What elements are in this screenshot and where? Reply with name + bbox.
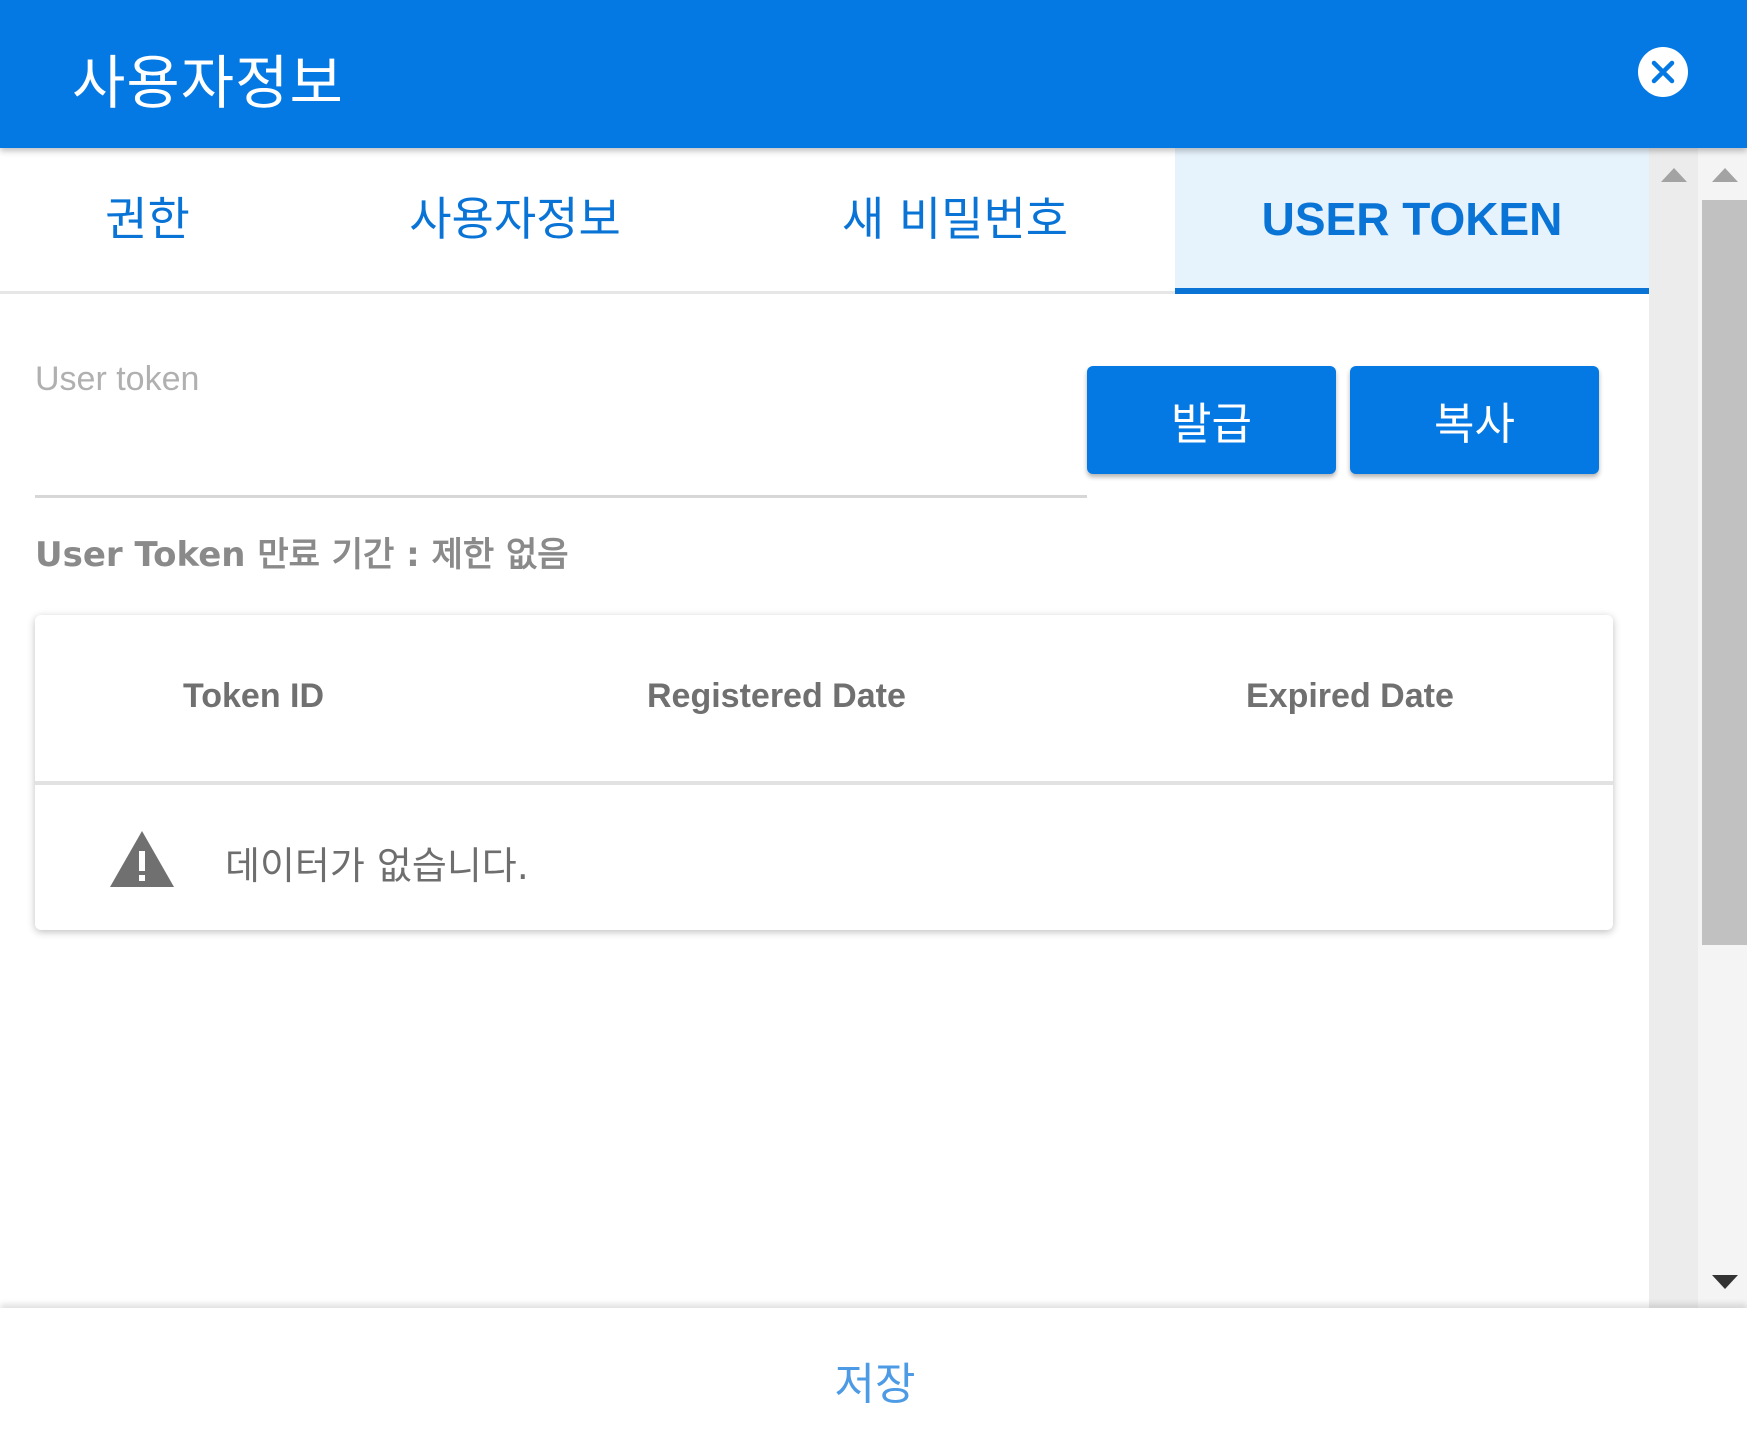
user-token-input[interactable] xyxy=(35,400,1087,498)
column-header-expired-date[interactable]: Expired Date xyxy=(1246,677,1454,716)
dialog-title: 사용자정보 xyxy=(72,49,344,117)
table-header: Token ID Registered Date Expired Date xyxy=(35,615,1613,785)
warning-icon xyxy=(110,831,174,887)
scroll-up-icon[interactable] xyxy=(1712,168,1738,182)
scrollbar-outer[interactable] xyxy=(1649,148,1698,1308)
issue-button[interactable]: 발급 xyxy=(1087,366,1336,474)
user-token-label: User token xyxy=(35,360,200,398)
dialog-footer: 저장 xyxy=(0,1308,1747,1452)
dialog-header: 사용자정보 xyxy=(0,0,1747,148)
tab-permissions[interactable]: 권한 xyxy=(0,148,295,291)
token-expiry-text: User Token 만료 기간 : 제한 없음 xyxy=(35,535,569,575)
tab-user-info[interactable]: 사용자정보 xyxy=(295,148,735,291)
copy-button[interactable]: 복사 xyxy=(1350,366,1599,474)
user-info-dialog: 사용자정보 권한 사용자정보 새 비밀번호 USER TOKEN User to… xyxy=(0,0,1747,1452)
scroll-up-icon[interactable] xyxy=(1661,168,1687,182)
empty-state-text: 데이터가 없습니다. xyxy=(225,844,529,888)
column-header-registered-date[interactable]: Registered Date xyxy=(647,677,906,716)
close-button[interactable] xyxy=(1638,47,1688,97)
token-table: Token ID Registered Date Expired Date 데이… xyxy=(35,615,1613,930)
column-header-token-id[interactable]: Token ID xyxy=(183,677,324,716)
tab-new-password[interactable]: 새 비밀번호 xyxy=(735,148,1175,291)
scroll-down-icon[interactable] xyxy=(1712,1275,1738,1289)
tab-user-token[interactable]: USER TOKEN xyxy=(1175,148,1649,294)
close-icon xyxy=(1651,60,1675,84)
scrollbar-thumb[interactable] xyxy=(1702,200,1747,945)
tab-bar: 권한 사용자정보 새 비밀번호 USER TOKEN xyxy=(0,148,1649,294)
empty-state-row: 데이터가 없습니다. xyxy=(35,789,1613,930)
save-button[interactable]: 저장 xyxy=(800,1348,950,1410)
